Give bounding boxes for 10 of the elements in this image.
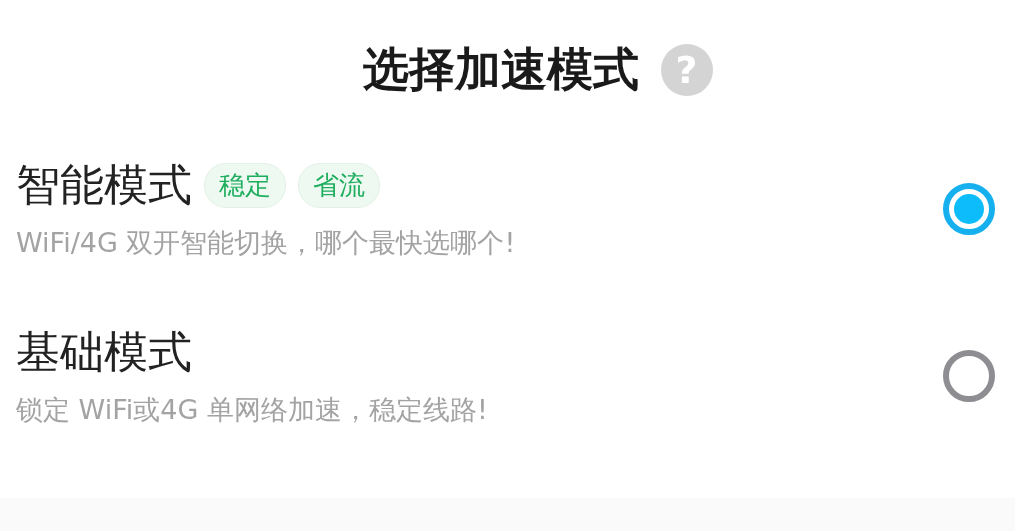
help-button[interactable]: ?: [660, 44, 713, 96]
mode-title: 智能模式: [16, 158, 192, 212]
mode-description: 锁定 WiFi或4G 单网络加速，稳定线路!: [16, 393, 488, 427]
mode-description: WiFi/4G 双开智能切换，哪个最快选哪个!: [16, 226, 516, 260]
mode-tag: 省流: [298, 163, 380, 208]
mode-tag: 稳定: [204, 163, 286, 208]
radio-button[interactable]: [943, 349, 995, 402]
mode-title: 基础模式: [16, 325, 192, 379]
radio-button[interactable]: [943, 182, 995, 235]
dialog-title: 选择加速模式: [362, 41, 639, 98]
